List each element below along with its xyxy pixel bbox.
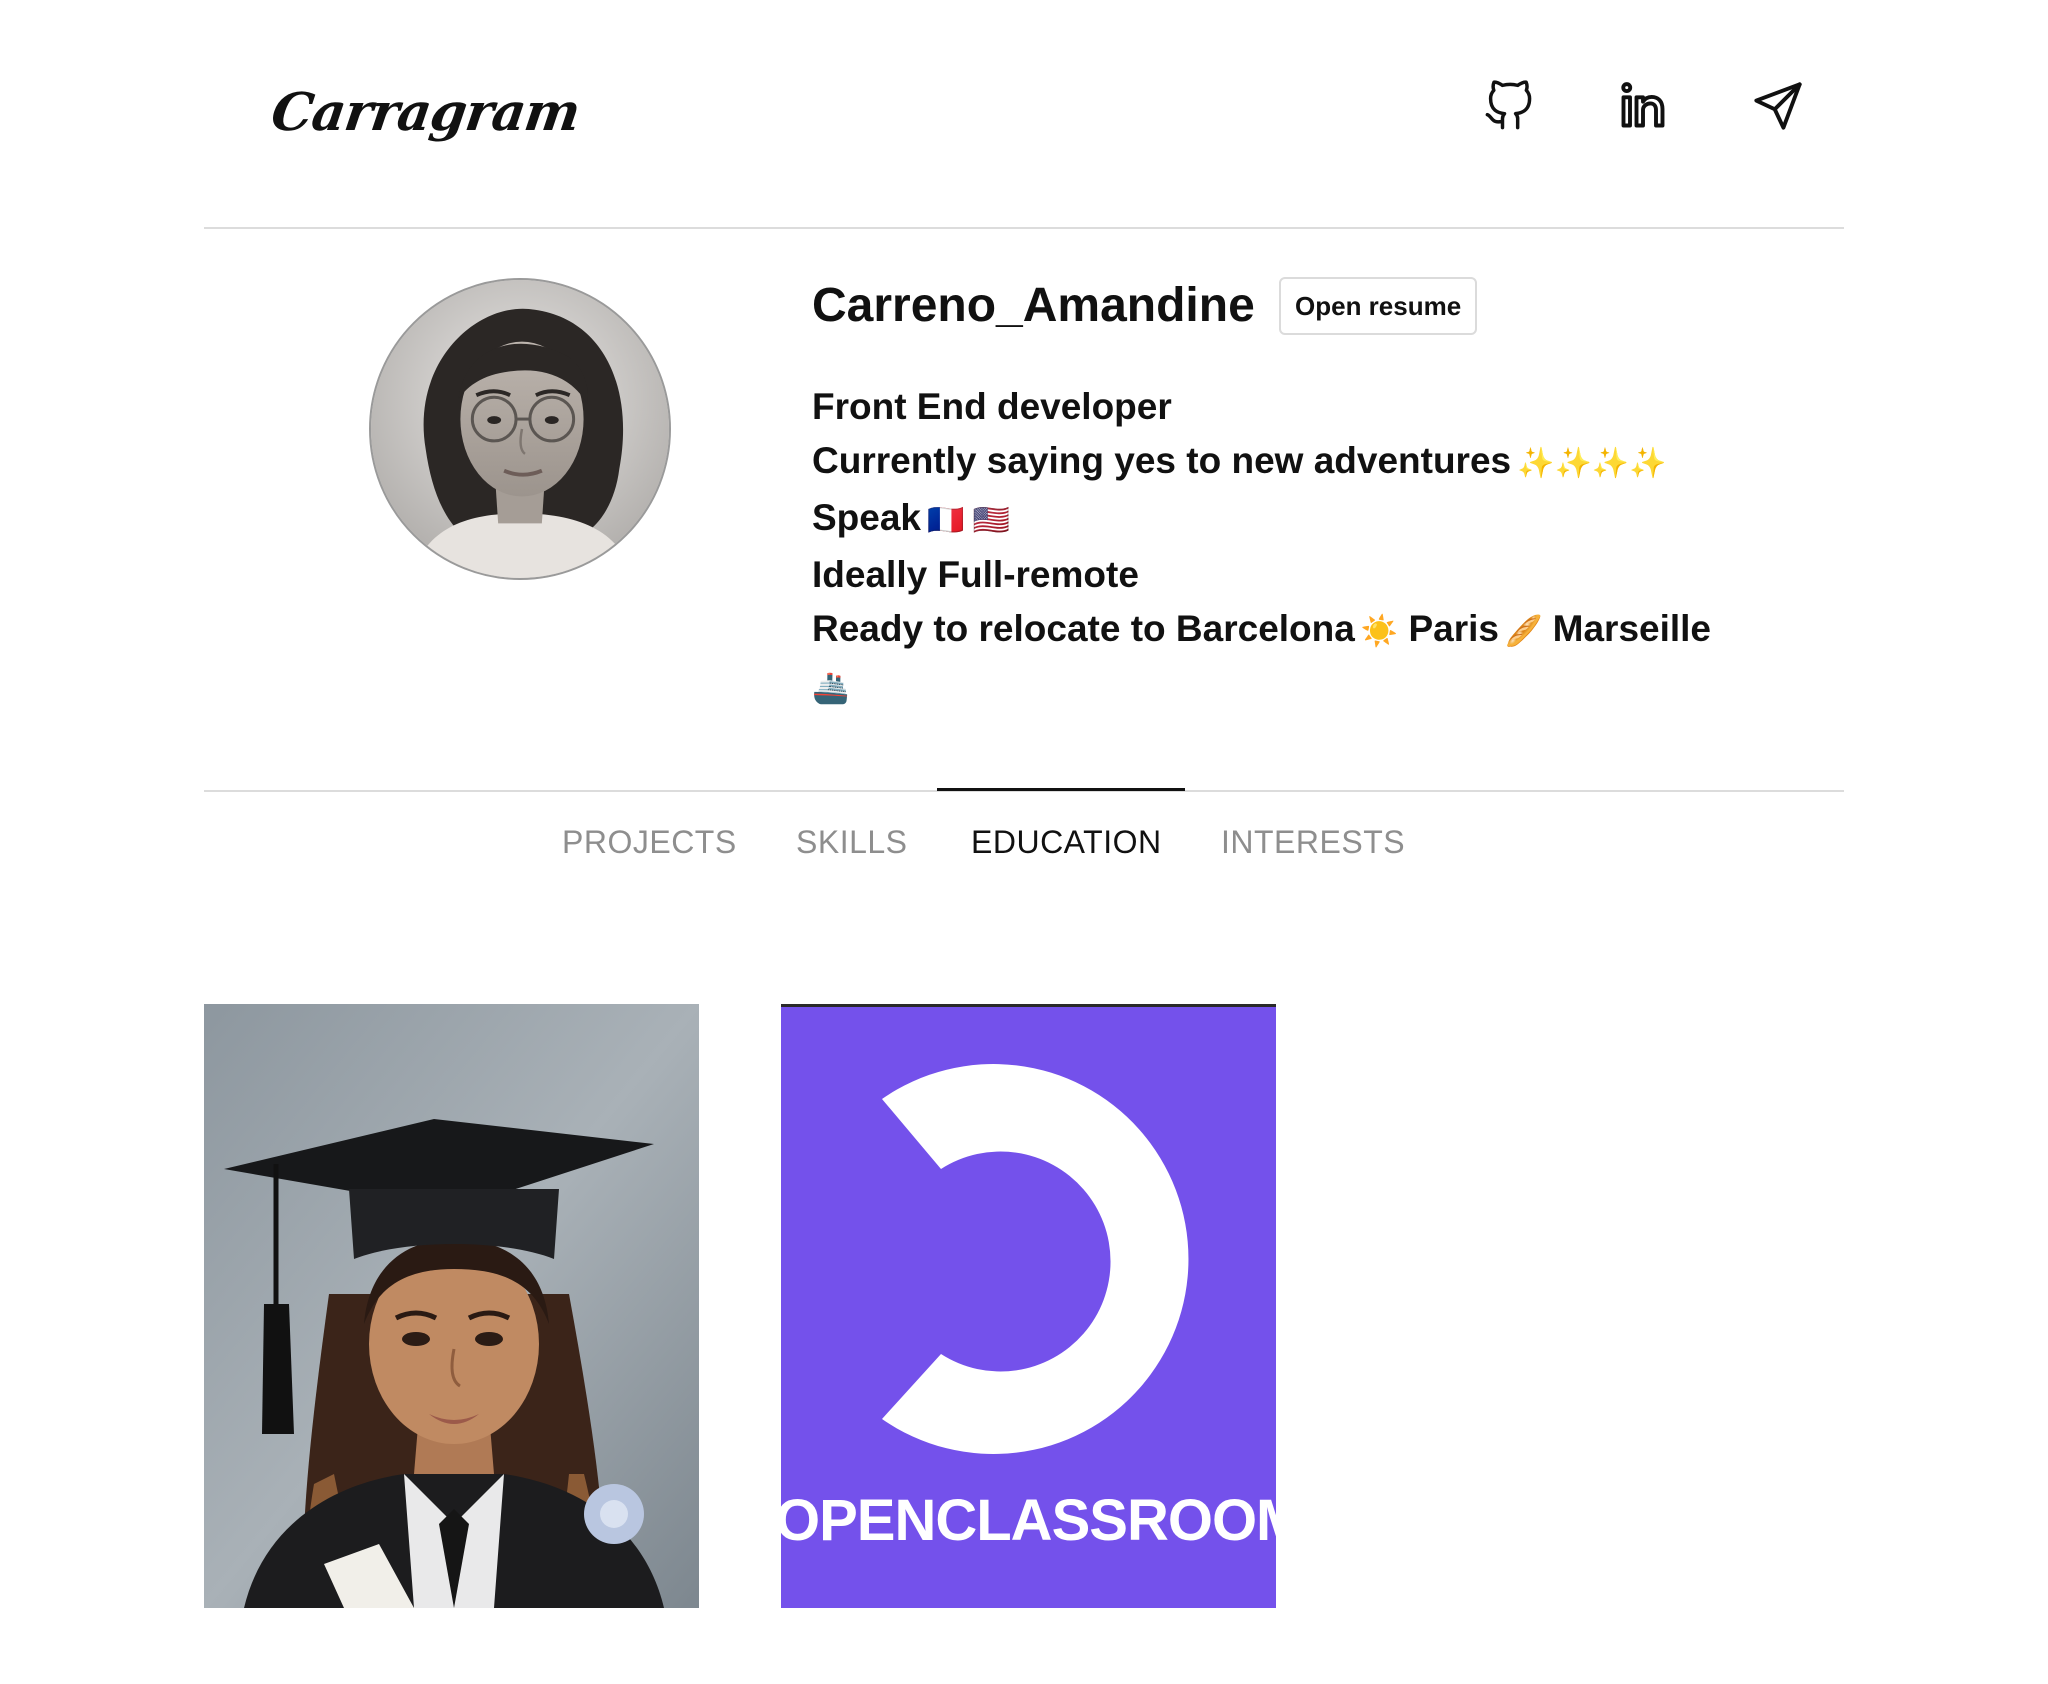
sun-emoji: ☀️ <box>1360 615 1399 648</box>
send-icon[interactable] <box>1752 80 1804 132</box>
linkedin-icon[interactable] <box>1617 80 1669 132</box>
open-resume-button[interactable]: Open resume <box>1279 277 1478 335</box>
graduation-photo <box>204 1004 699 1608</box>
github-icon[interactable] <box>1483 80 1535 132</box>
openclassrooms-wordmark: OPENCLASSROOMS <box>781 1488 1276 1553</box>
profile-bio: Front End developer Currently saying yes… <box>812 380 1812 719</box>
top-header: Carragram <box>204 0 1844 229</box>
education-card-openclassrooms[interactable]: OPENCLASSROOMS <box>781 1004 1276 1608</box>
openclassrooms-logo: OPENCLASSROOMS <box>781 1004 1276 1608</box>
bio-line-remote: Ideally Full-remote <box>812 554 1139 595</box>
bio-line-languages: Speak 🇫🇷 🇺🇸 <box>812 497 1011 538</box>
bio-line-role: Front End developer <box>812 386 1172 427</box>
flags-emoji: 🇫🇷 🇺🇸 <box>927 504 1011 537</box>
sparkles-emoji: ✨✨✨✨ <box>1517 447 1667 480</box>
profile-avatar <box>369 278 671 580</box>
bio-line-adventures: Currently saying yes to new adventures ✨✨… <box>812 440 1667 481</box>
app-logo[interactable]: Carragram <box>268 82 584 143</box>
active-tab-indicator <box>937 788 1185 791</box>
tab-skills[interactable]: SKILLS <box>796 820 908 864</box>
education-card-graduation[interactable] <box>204 1004 699 1608</box>
avatar-portrait-image <box>371 280 669 578</box>
tab-projects[interactable]: PROJECTS <box>562 820 737 864</box>
ship-emoji: 🚢 <box>812 672 850 705</box>
bio-line-relocate: Ready to relocate to Barcelona ☀️ Paris 🥖 … <box>812 608 1712 649</box>
baguette-emoji: 🥖 <box>1505 615 1543 648</box>
tab-interests[interactable]: INTERESTS <box>1221 820 1405 864</box>
tab-education[interactable]: EDUCATION <box>971 820 1162 864</box>
profile-username: Carreno_Amandine <box>812 279 1255 332</box>
